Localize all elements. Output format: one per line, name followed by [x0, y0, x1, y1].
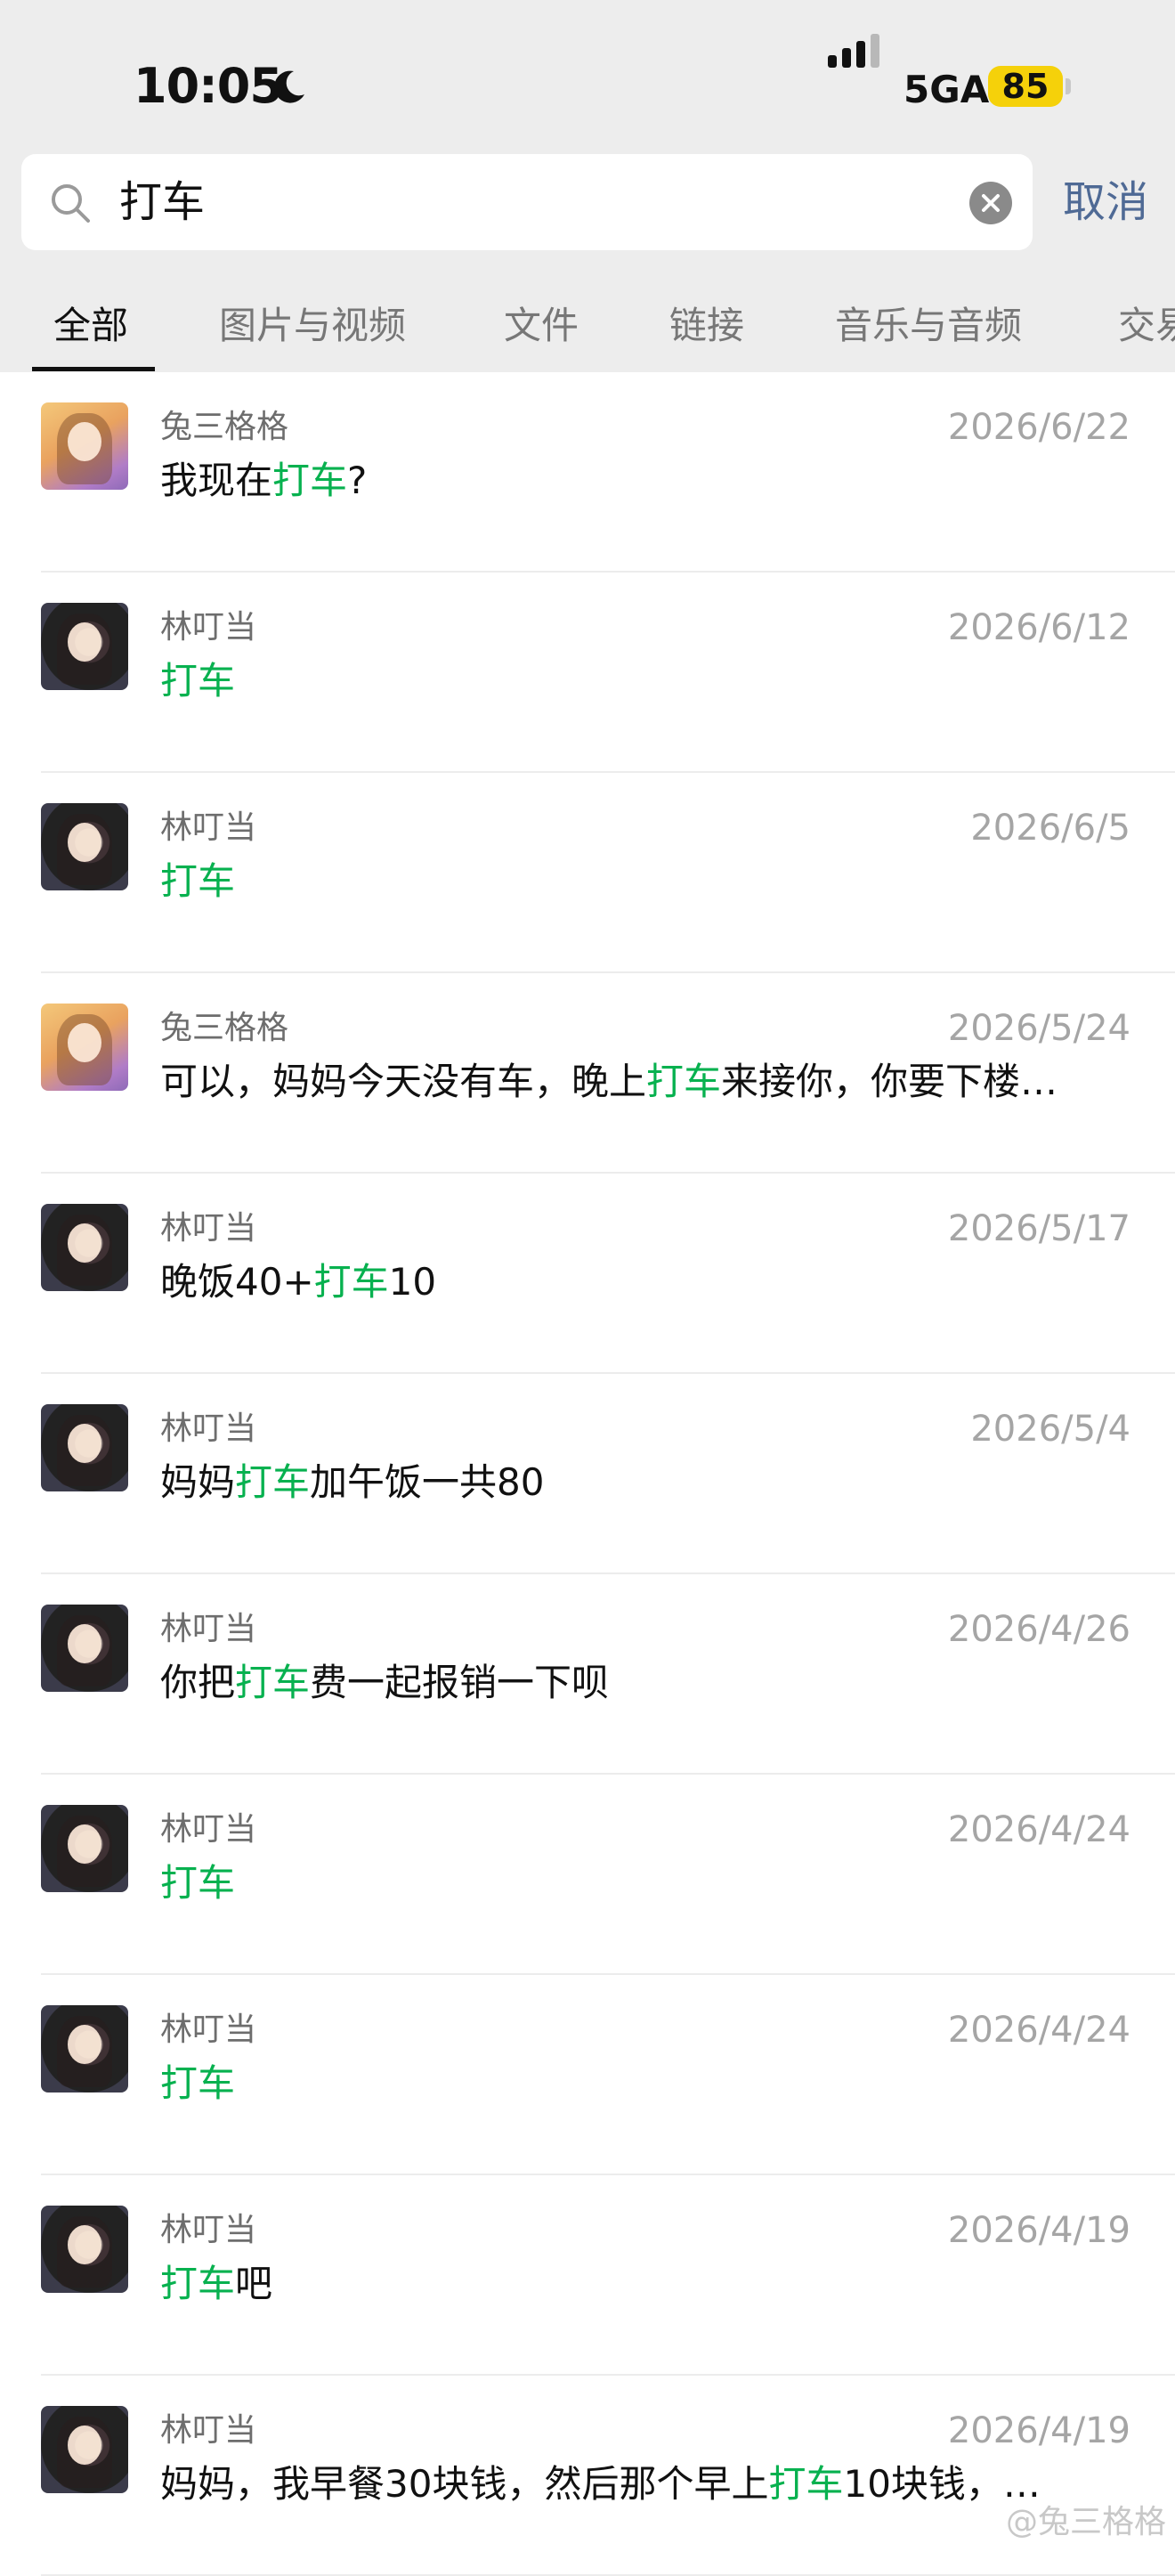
keyword-highlight: 打车	[160, 1861, 236, 1905]
clear-icon[interactable]	[968, 181, 1013, 225]
tab-transactions[interactable]: 交易	[1118, 294, 1175, 358]
keyword-highlight: 打车	[160, 2262, 236, 2305]
sender-name: 林叮当	[160, 609, 257, 646]
result-item[interactable]: 林叮当 2026/4/19 妈妈，我早餐30块钱，然后那个早上打车10块钱，…	[0, 2376, 1175, 2576]
sender-name: 林叮当	[160, 1611, 257, 1647]
avatar	[41, 1004, 128, 1091]
result-item[interactable]: 兔三格格 2026/6/22 我现在打车?	[0, 372, 1175, 573]
message-date: 2026/4/24	[947, 1809, 1130, 1850]
result-item[interactable]: 林叮当 2026/4/24 打车	[0, 1775, 1175, 1975]
message-text: 妈妈，我早餐30块钱，然后那个早上	[160, 2462, 769, 2506]
message-date: 2026/5/24	[947, 1008, 1130, 1049]
message-date: 2026/6/5	[970, 808, 1130, 849]
avatar	[41, 2206, 128, 2293]
keyword-highlight: 打车	[768, 2462, 844, 2506]
avatar	[41, 2005, 128, 2092]
avatar	[41, 1805, 128, 1892]
keyword-highlight: 打车	[646, 1060, 722, 1103]
tab-all[interactable]: 全部	[53, 294, 128, 358]
message-date: 2026/6/22	[947, 407, 1130, 448]
battery-indicator: 85	[988, 66, 1063, 107]
message-text: ?	[347, 459, 368, 502]
avatar	[41, 1605, 128, 1692]
watermark: @兔三格格	[1005, 2504, 1166, 2540]
message-text: 我现在	[160, 459, 273, 502]
tab-images-videos[interactable]: 图片与视频	[219, 294, 406, 358]
result-item[interactable]: 兔三格格 2026/5/24 可以，妈妈今天没有车，晚上打车来接你，你要下楼…	[0, 973, 1175, 1174]
message-text: 10块钱，…	[843, 2462, 1041, 2506]
sender-name: 兔三格格	[160, 409, 289, 445]
search-icon	[52, 184, 90, 223]
keyword-highlight: 打车	[235, 1661, 311, 1704]
message-preview: 打车	[160, 2057, 1117, 2110]
avatar	[41, 1404, 128, 1491]
result-item[interactable]: 林叮当 2026/4/24 打车	[0, 1975, 1175, 2175]
battery-cap	[1066, 78, 1071, 94]
sender-name: 林叮当	[160, 2412, 257, 2449]
message-preview: 妈妈打车加午饭一共80	[160, 1456, 1117, 1509]
active-tab-indicator	[32, 367, 155, 371]
result-item[interactable]: 林叮当 2026/5/17 晚饭40+打车10	[0, 1174, 1175, 1374]
result-item[interactable]: 林叮当 2026/4/19 打车吧	[0, 2175, 1175, 2376]
message-date: 2026/4/24	[947, 2010, 1130, 2051]
sender-name: 林叮当	[160, 1410, 257, 1447]
sender-name: 林叮当	[160, 1811, 257, 1848]
sender-name: 林叮当	[160, 1210, 257, 1247]
network-label: 5GA	[904, 68, 990, 111]
message-preview: 妈妈，我早餐30块钱，然后那个早上打车10块钱，…	[160, 2458, 1117, 2511]
tab-links[interactable]: 链接	[669, 294, 744, 358]
sender-name: 兔三格格	[160, 1010, 289, 1046]
message-date: 2026/5/17	[947, 1208, 1130, 1249]
search-query: 打车	[119, 177, 206, 227]
result-item[interactable]: 林叮当 2026/6/12 打车	[0, 573, 1175, 773]
message-text: 晚饭40+	[160, 1260, 314, 1304]
message-preview: 可以，妈妈今天没有车，晚上打车来接你，你要下楼…	[160, 1055, 1117, 1109]
message-text: 10	[388, 1260, 437, 1304]
sender-name: 林叮当	[160, 809, 257, 846]
status-time: 10:05	[134, 58, 283, 114]
keyword-highlight: 打车	[160, 2061, 236, 2105]
message-text: 来接你，你要下楼…	[721, 1060, 1058, 1103]
message-preview: 打车	[160, 855, 1117, 908]
tab-music-audio[interactable]: 音乐与音频	[835, 294, 1022, 358]
keyword-highlight: 打车	[160, 859, 236, 903]
avatar	[41, 803, 128, 890]
message-preview: 晚饭40+打车10	[160, 1255, 1117, 1309]
message-date: 2026/4/26	[947, 1609, 1130, 1650]
avatar	[41, 2406, 128, 2493]
message-preview: 打车吧	[160, 2257, 1117, 2311]
message-text: 吧	[235, 2262, 273, 2305]
keyword-highlight: 打车	[313, 1260, 389, 1304]
tab-files[interactable]: 文件	[504, 294, 579, 358]
message-text: 你把	[160, 1661, 236, 1704]
message-preview: 你把打车费一起报销一下呗	[160, 1656, 1117, 1710]
message-date: 2026/4/19	[947, 2210, 1130, 2251]
keyword-highlight: 打车	[160, 659, 236, 703]
filter-tabs: 全部 图片与视频 文件 链接 音乐与音频 交易	[0, 294, 1175, 372]
search-input[interactable]: 打车	[21, 154, 1033, 250]
result-item[interactable]: 林叮当 2026/6/5 打车	[0, 773, 1175, 973]
message-text: 加午饭一共80	[310, 1460, 545, 1504]
message-text: 可以，妈妈今天没有车，晚上	[160, 1060, 647, 1103]
message-date: 2026/6/12	[947, 607, 1130, 648]
result-item[interactable]: 林叮当 2026/5/4 妈妈打车加午饭一共80	[0, 1374, 1175, 1574]
avatar	[41, 603, 128, 690]
message-text: 费一起报销一下呗	[310, 1661, 610, 1704]
message-date: 2026/5/4	[970, 1409, 1130, 1450]
keyword-highlight: 打车	[235, 1460, 311, 1504]
keyword-highlight: 打车	[272, 459, 348, 502]
avatar	[41, 402, 128, 490]
cancel-button[interactable]: 取消	[1063, 154, 1148, 250]
message-preview: 我现在打车?	[160, 454, 1117, 508]
message-date: 2026/4/19	[947, 2410, 1130, 2451]
result-item[interactable]: 林叮当 2026/4/26 你把打车费一起报销一下呗	[0, 1574, 1175, 1775]
message-preview: 打车	[160, 1857, 1117, 1910]
message-preview: 打车	[160, 654, 1117, 708]
avatar	[41, 1204, 128, 1291]
sender-name: 林叮当	[160, 2011, 257, 2048]
sender-name: 林叮当	[160, 2212, 257, 2248]
message-text: 妈妈	[160, 1460, 236, 1504]
moon-icon	[274, 70, 304, 103]
